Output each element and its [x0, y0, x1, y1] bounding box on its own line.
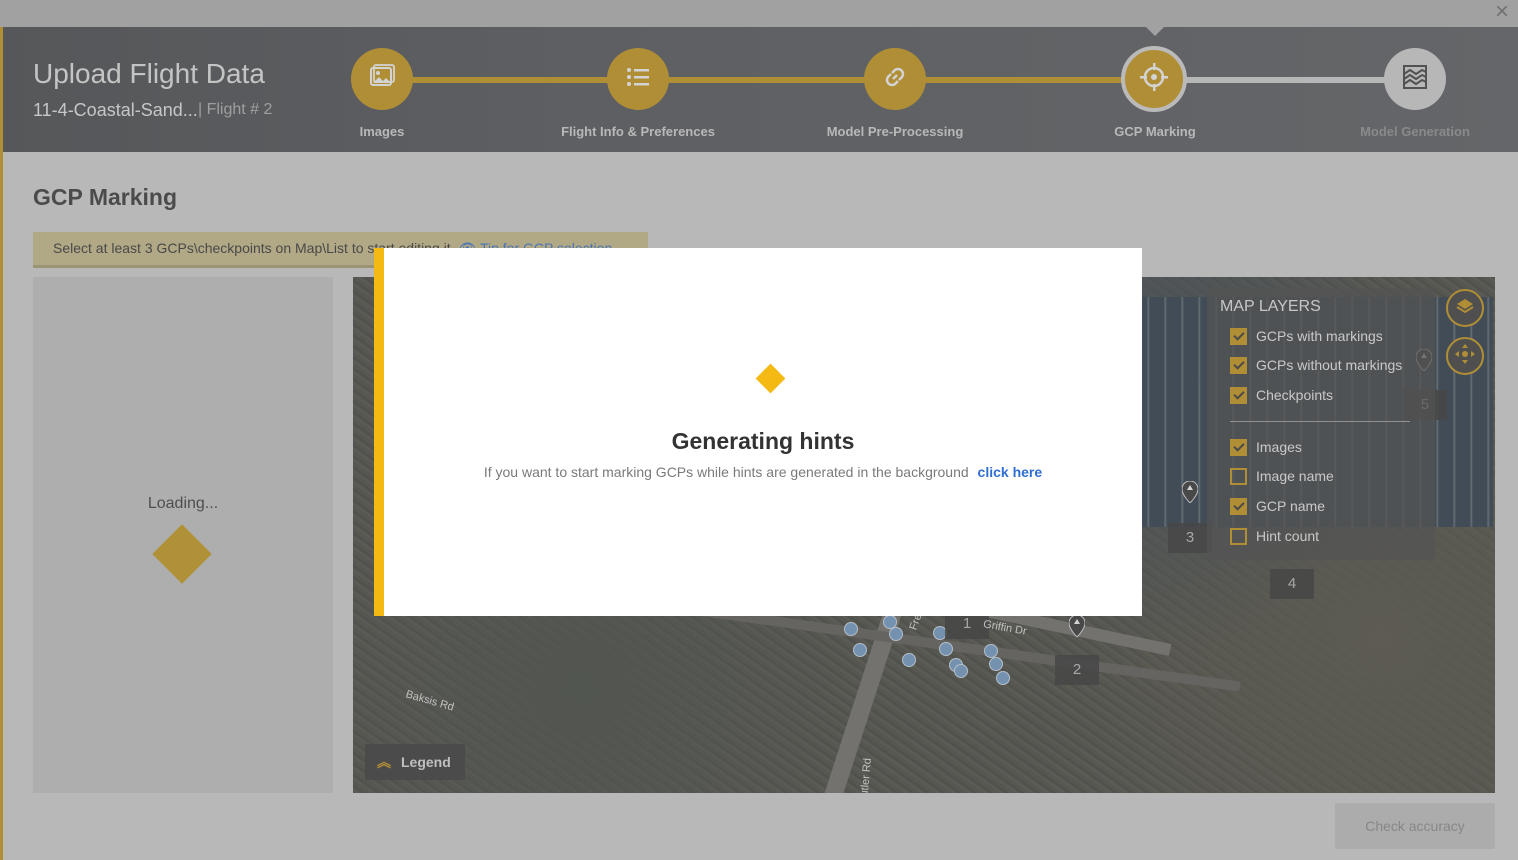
step-flight-info[interactable]	[607, 48, 669, 110]
check-accuracy-button[interactable]: Check accuracy	[1335, 803, 1495, 849]
checkbox[interactable]	[1230, 356, 1247, 374]
gcp-label-2[interactable]: 2	[1055, 655, 1099, 685]
image-marker[interactable]	[984, 644, 998, 658]
layer-hint-count[interactable]: Hint count	[1230, 526, 1319, 546]
map-layers-panel: MAP LAYERS GCPs with markings GCPs witho…	[1207, 288, 1435, 560]
street-label: Butler Rd	[857, 757, 874, 793]
image-marker[interactable]	[889, 627, 903, 641]
chevron-up-icon: ︽	[377, 754, 391, 770]
legend-label: Legend	[401, 754, 451, 770]
layer-label: GCP name	[1256, 498, 1325, 514]
image-marker[interactable]	[939, 642, 953, 656]
image-marker[interactable]	[902, 653, 916, 667]
image-marker[interactable]	[989, 657, 1003, 671]
map-layers-title: MAP LAYERS	[1220, 298, 1321, 315]
loading-spinner-icon	[152, 524, 212, 584]
layer-image-name[interactable]: Image name	[1230, 466, 1334, 486]
gcp-label-3[interactable]: 3	[1168, 523, 1212, 553]
active-step-notch	[1146, 27, 1164, 36]
dialog-title: Generating hints	[671, 428, 855, 454]
checkbox[interactable]	[1230, 497, 1247, 515]
image-icon	[367, 62, 397, 97]
layer-label: GCPs with markings	[1256, 328, 1383, 344]
layer-checkpoints[interactable]: Checkpoints	[1230, 385, 1333, 405]
step-model-preprocessing[interactable]	[864, 48, 926, 110]
gcp-pin-icon[interactable]	[1069, 615, 1085, 637]
step-label-flight-info: Flight Info & Preferences	[561, 124, 715, 139]
layer-label: Images	[1256, 439, 1302, 455]
generating-hints-dialog: Generating hints If you want to start ma…	[374, 248, 1142, 616]
click-here-link[interactable]: click here	[978, 464, 1043, 480]
list-icon	[623, 62, 653, 97]
layer-label: Checkpoints	[1256, 387, 1334, 403]
layer-gcps-without-markings[interactable]: GCPs without markings	[1230, 355, 1402, 375]
layers-icon	[1455, 296, 1475, 321]
legend-button[interactable]: ︽ Legend	[365, 744, 465, 780]
gcp-label-4[interactable]: 4	[1270, 569, 1314, 599]
loading-spinner-icon	[755, 363, 786, 394]
dialog-message-text: If you want to start marking GCPs while …	[483, 464, 969, 480]
image-marker[interactable]	[853, 643, 867, 657]
layers-toggle-button[interactable]	[1446, 289, 1484, 327]
layer-label: Hint count	[1256, 528, 1320, 544]
page-title: GCP Marking	[33, 184, 177, 210]
progress-line-done	[412, 77, 1154, 83]
loading-text: Loading...	[147, 495, 219, 512]
checkbox[interactable]	[1230, 438, 1247, 456]
layer-gcp-name[interactable]: GCP name	[1230, 496, 1325, 516]
checkbox[interactable]	[1230, 327, 1247, 345]
recenter-button[interactable]	[1446, 337, 1484, 375]
step-label-model-generation: Model Generation	[1360, 124, 1470, 139]
step-label-images: Images	[359, 124, 405, 139]
gcp-list-panel: Loading...	[33, 277, 333, 793]
street-label: Baksis Rd	[404, 688, 456, 714]
layer-label: Image name	[1256, 468, 1334, 484]
layer-images[interactable]: Images	[1230, 437, 1302, 457]
checkbox[interactable]	[1230, 527, 1247, 545]
checkbox[interactable]	[1230, 386, 1247, 404]
layers-stack-icon	[1400, 62, 1430, 97]
page-header-title: Upload Flight Data	[33, 58, 265, 89]
checkbox[interactable]	[1230, 467, 1247, 485]
step-label-model-preprocessing: Model Pre-Processing	[826, 124, 964, 139]
project-name: 11-4-Coastal-Sand...	[33, 100, 198, 120]
image-marker[interactable]	[844, 622, 858, 636]
step-gcp-marking[interactable]	[1121, 46, 1187, 112]
progress-line-pending	[1154, 77, 1416, 83]
image-marker[interactable]	[996, 671, 1010, 685]
image-marker[interactable]	[954, 664, 968, 678]
move-arrows-icon	[1453, 342, 1477, 371]
link-icon	[880, 62, 910, 97]
close-icon[interactable]: ×	[1492, 0, 1512, 24]
gcp-pin-icon[interactable]	[1182, 481, 1198, 503]
flight-number: | Flight # 2	[198, 101, 273, 118]
crosshair-icon	[1138, 61, 1170, 98]
step-label-gcp-marking: GCP Marking	[1114, 124, 1196, 139]
divider	[1230, 421, 1410, 422]
layer-gcps-with-markings[interactable]: GCPs with markings	[1230, 326, 1383, 346]
dialog-message: If you want to start marking GCPs while …	[384, 464, 1142, 480]
step-images[interactable]	[351, 48, 413, 110]
layer-label: GCPs without markings	[1256, 357, 1403, 373]
step-model-generation[interactable]	[1384, 48, 1446, 110]
